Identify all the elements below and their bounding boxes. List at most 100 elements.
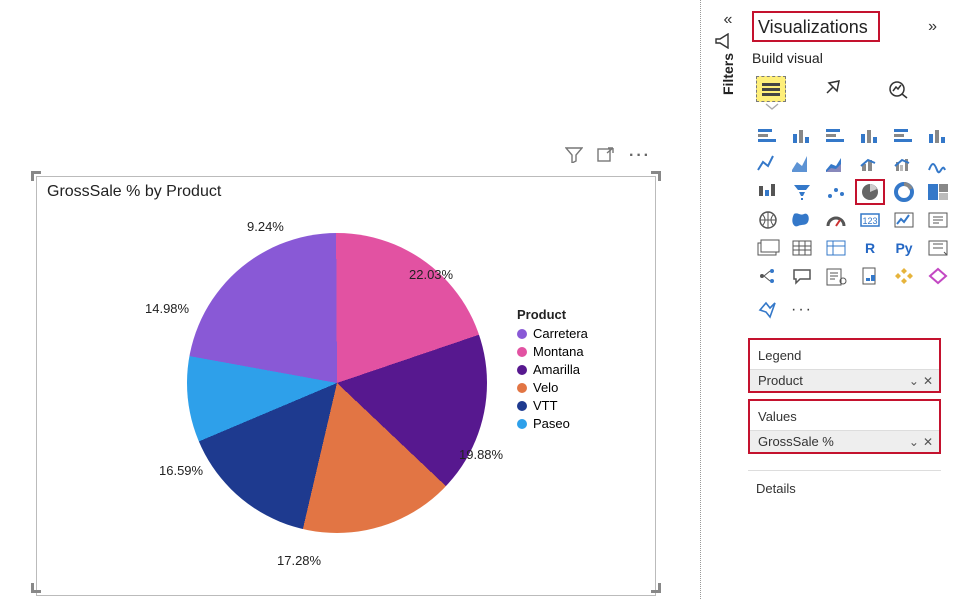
viz-matrix-icon[interactable] xyxy=(822,236,850,260)
viz-clustered-bar-v-icon[interactable] xyxy=(856,124,884,148)
chart-title: GrossSale % by Product xyxy=(47,183,221,201)
viz-waterfall-icon[interactable] xyxy=(754,180,782,204)
focus-mode-icon[interactable] xyxy=(597,147,615,165)
more-visuals-icon[interactable]: ··· xyxy=(788,298,816,322)
details-field-well-header: Details xyxy=(748,470,941,500)
viz-line-col-icon[interactable] xyxy=(856,152,884,176)
build-visual-label: Build visual xyxy=(742,48,947,72)
legend-swatch xyxy=(517,383,527,393)
viz-100pct-bar-v-icon[interactable] xyxy=(924,124,952,148)
viz-stacked-bar-h-icon[interactable] xyxy=(754,124,782,148)
resize-handle-bl[interactable] xyxy=(31,583,41,593)
viz-ribbon-icon[interactable] xyxy=(924,152,952,176)
viz-keyinf-icon[interactable] xyxy=(924,236,952,260)
data-label: 22.03% xyxy=(409,267,453,282)
viz-gauge-icon[interactable] xyxy=(822,208,850,232)
viz-card-icon[interactable]: 123 xyxy=(856,208,884,232)
viz-stacked-area-icon[interactable] xyxy=(822,152,850,176)
viz-treemap-icon[interactable] xyxy=(924,180,952,204)
legend-item[interactable]: VTT xyxy=(517,398,588,413)
remove-field-icon[interactable]: ✕ xyxy=(923,435,933,449)
viz-type-gallery: 123 RPy xyxy=(742,116,947,296)
legend-label: Montana xyxy=(533,344,584,359)
remove-field-icon[interactable]: ✕ xyxy=(923,374,933,388)
resize-handle-tl[interactable] xyxy=(31,171,41,181)
viz-scatter-icon[interactable] xyxy=(822,180,850,204)
expand-filters-icon[interactable]: « xyxy=(714,11,742,29)
viz-kpi-icon[interactable] xyxy=(890,208,918,232)
values-field-well: Values GrossSale % ⌄ ✕ xyxy=(748,399,941,454)
viz-paginated-icon[interactable] xyxy=(856,264,884,288)
resize-handle-tr[interactable] xyxy=(651,171,661,181)
megaphone-icon[interactable] xyxy=(714,33,742,49)
svg-text:123: 123 xyxy=(862,216,877,226)
visualizations-panel: Visualizations » Build visual 123 RPy ···… xyxy=(742,5,947,500)
viz-pie-icon[interactable] xyxy=(856,180,884,204)
legend-swatch xyxy=(517,329,527,339)
data-label: 19.88% xyxy=(459,447,503,462)
field-value-label: GrossSale % xyxy=(758,434,834,449)
legend-field[interactable]: Product ⌄ ✕ xyxy=(750,369,939,391)
viz-area-icon[interactable] xyxy=(788,152,816,176)
filter-icon[interactable] xyxy=(565,147,583,165)
chevron-down-icon[interactable]: ⌄ xyxy=(909,374,919,388)
data-label: 14.98% xyxy=(145,301,189,316)
viz-slicer-icon[interactable] xyxy=(924,208,952,232)
format-visual-tab[interactable] xyxy=(820,76,850,102)
viz-py-icon[interactable]: Py xyxy=(890,236,918,260)
legend-swatch xyxy=(517,347,527,357)
legend-item[interactable]: Montana xyxy=(517,344,588,359)
viz-qna-icon[interactable] xyxy=(788,264,816,288)
viz-line-col2-icon[interactable] xyxy=(890,152,918,176)
field-well-header: Legend xyxy=(750,340,939,369)
legend: Product Carretera Montana Amarilla Velo VTT P… xyxy=(517,307,588,434)
resize-handle-br[interactable] xyxy=(651,583,661,593)
viz-filled-map-icon[interactable] xyxy=(788,208,816,232)
viz-multicard-icon[interactable] xyxy=(754,236,782,260)
viz-funnel-icon[interactable] xyxy=(788,180,816,204)
legend-label: Carretera xyxy=(533,326,588,341)
filters-label: Filters xyxy=(720,53,736,95)
legend-title: Product xyxy=(517,307,588,322)
viz-appsource-icon[interactable] xyxy=(890,264,918,288)
legend-label: Paseo xyxy=(533,416,570,431)
field-well-header: Values xyxy=(750,401,939,430)
chevron-down-icon[interactable]: ⌄ xyxy=(909,435,919,449)
legend-item[interactable]: Amarilla xyxy=(517,362,588,377)
data-label: 17.28% xyxy=(277,553,321,568)
powerapps-icon[interactable] xyxy=(754,298,782,322)
viz-line-icon[interactable] xyxy=(754,152,782,176)
panel-divider[interactable] xyxy=(700,0,701,599)
viz-decomp-icon[interactable] xyxy=(754,264,782,288)
visual-tile[interactable]: ··· GrossSale % by Product 22.03% 19.88%… xyxy=(36,176,656,596)
field-value-label: Product xyxy=(758,373,803,388)
legend-label: Amarilla xyxy=(533,362,580,377)
viz-getmore-icon[interactable] xyxy=(924,264,952,288)
legend-swatch xyxy=(517,365,527,375)
data-label: 16.59% xyxy=(159,463,203,478)
legend-item[interactable]: Paseo xyxy=(517,416,588,431)
legend-label: Velo xyxy=(533,380,558,395)
legend-item[interactable]: Carretera xyxy=(517,326,588,341)
more-options-icon[interactable]: ··· xyxy=(629,147,651,165)
viz-table-icon[interactable] xyxy=(788,236,816,260)
build-visual-tab[interactable] xyxy=(756,76,786,102)
filters-collapsed-panel[interactable]: « Filters xyxy=(714,11,742,95)
viz-r-icon[interactable]: R xyxy=(856,236,884,260)
values-field[interactable]: GrossSale % ⌄ ✕ xyxy=(750,430,939,452)
viz-donut-icon[interactable] xyxy=(890,180,918,204)
legend-swatch xyxy=(517,419,527,429)
viz-clustered-bar-h-icon[interactable] xyxy=(822,124,850,148)
viz-stacked-bar-v-icon[interactable] xyxy=(788,124,816,148)
legend-item[interactable]: Velo xyxy=(517,380,588,395)
panel-title: Visualizations xyxy=(752,11,880,42)
analytics-tab[interactable] xyxy=(884,76,914,102)
legend-swatch xyxy=(517,401,527,411)
legend-field-well: Legend Product ⌄ ✕ xyxy=(748,338,941,393)
data-label: 9.24% xyxy=(247,219,284,234)
legend-label: VTT xyxy=(533,398,558,413)
viz-map-icon[interactable] xyxy=(754,208,782,232)
collapse-panel-icon[interactable]: » xyxy=(924,14,941,40)
viz-100pct-bar-h-icon[interactable] xyxy=(890,124,918,148)
viz-narrative-icon[interactable] xyxy=(822,264,850,288)
